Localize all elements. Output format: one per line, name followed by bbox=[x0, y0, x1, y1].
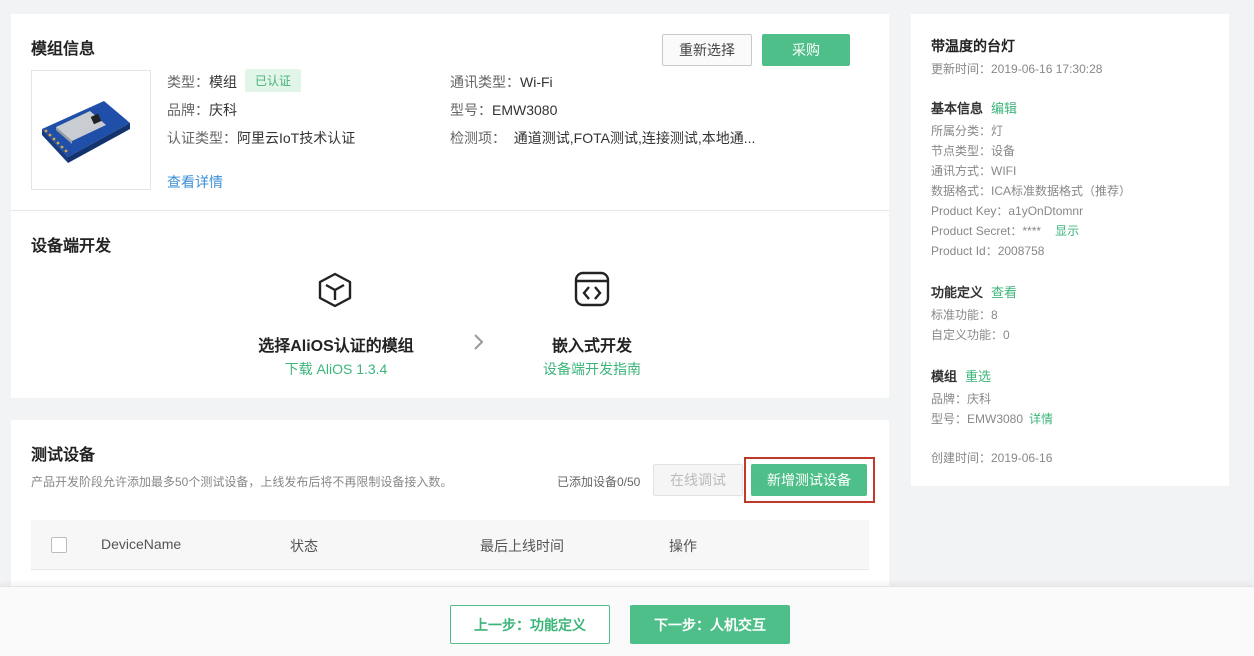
product-id: Product Id：2008758 bbox=[931, 244, 1045, 258]
updated-time: 更新时间：2019-06-16 17:30:28 bbox=[931, 62, 1103, 76]
col-status: 状态 bbox=[290, 538, 318, 554]
module-comm-type: 通讯类型：Wi-Fi bbox=[450, 74, 553, 90]
device-dev-guide-link[interactable]: 设备端开发指南 bbox=[511, 359, 673, 379]
func-def-head: 功能定义 查看 bbox=[931, 285, 1018, 300]
online-debug-button[interactable]: 在线调试 bbox=[653, 464, 743, 496]
reselect-button[interactable]: 重新选择 bbox=[662, 34, 752, 66]
step2-title: 嵌入式开发 bbox=[551, 338, 632, 355]
module-model: 型号：EMW3080 bbox=[450, 102, 558, 118]
download-alios-link[interactable]: 下载 AliOS 1.3.4 bbox=[237, 359, 435, 379]
next-step-button[interactable]: 下一步：人机交互 bbox=[630, 605, 790, 644]
test-devices-card: 测试设备 产品开发阶段允许添加最多50个测试设备，上线发布后将不再限制设备接入数… bbox=[11, 420, 889, 600]
col-devicename: DeviceName bbox=[101, 536, 182, 552]
product-key: Product Key：a1yOnDtomnr bbox=[931, 204, 1084, 218]
node-type: 节点类型：设备 bbox=[931, 144, 1016, 158]
module-model-side: 型号：EMW3080 详情 bbox=[931, 412, 1054, 426]
product-name: 带温度的台灯 bbox=[931, 38, 1015, 54]
module-chip-icon bbox=[42, 101, 130, 163]
prev-step-button[interactable]: 上一步：功能定义 bbox=[450, 605, 610, 644]
test-devices-title: 测试设备 bbox=[31, 447, 96, 464]
comm-method: 通讯方式：WIFI bbox=[931, 164, 1017, 178]
certified-badge: 已认证 bbox=[245, 69, 301, 92]
col-actions: 操作 bbox=[669, 538, 697, 554]
module-type: 类型：模组 bbox=[167, 74, 237, 90]
col-last-online: 最后上线时间 bbox=[480, 538, 564, 554]
module-info-title: 模组信息 bbox=[31, 41, 96, 58]
added-count: 已添加设备0/50 bbox=[557, 475, 641, 489]
divider bbox=[11, 210, 889, 211]
buy-button[interactable]: 采购 bbox=[762, 34, 850, 66]
product-secret: Product Secret：**** 显示 bbox=[931, 224, 1080, 238]
module-cert-type: 认证类型：阿里云IoT技术认证 bbox=[167, 130, 356, 146]
module-brand-side: 品牌：庆科 bbox=[931, 392, 992, 406]
data-format: 数据格式：ICA标准数据格式（推荐） bbox=[931, 184, 1132, 198]
embedded-code-icon bbox=[573, 270, 611, 308]
module-test-items: 检测项： 通道测试,FOTA测试,连接测试,本地通... bbox=[450, 130, 756, 146]
basic-info-head: 基本信息 编辑 bbox=[931, 101, 1018, 116]
add-test-device-button[interactable]: 新增测试设备 bbox=[751, 464, 867, 496]
select-all-checkbox[interactable] bbox=[51, 537, 67, 553]
show-secret-link[interactable]: 显示 bbox=[1055, 224, 1079, 238]
device-dev-title: 设备端开发 bbox=[31, 238, 112, 255]
module-image bbox=[31, 70, 151, 190]
reselect-module-link[interactable]: 重选 bbox=[965, 369, 991, 384]
product-sidebar: 带温度的台灯 更新时间：2019-06-16 17:30:28 基本信息 编辑 所… bbox=[911, 14, 1229, 486]
created-time: 创建时间：2019-06-16 bbox=[931, 451, 1053, 465]
step1-title: 选择AliOS认证的模组 bbox=[258, 338, 414, 355]
view-detail-link[interactable]: 查看详情 bbox=[167, 172, 223, 192]
table-header: DeviceName 状态 最后上线时间 操作 bbox=[31, 520, 869, 570]
edit-link[interactable]: 编辑 bbox=[991, 101, 1017, 116]
cube-icon bbox=[317, 272, 353, 308]
chevron-right-icon bbox=[471, 332, 487, 352]
module-brand: 品牌：庆科 bbox=[167, 102, 237, 118]
footer-bar: 上一步：功能定义 下一步：人机交互 bbox=[0, 586, 1254, 656]
std-func-count: 标准功能：8 bbox=[931, 308, 998, 322]
module-card: 模组信息 重新选择 采购 类型：模组 已认证 品牌：庆科 认证类型：阿里云IoT… bbox=[11, 14, 889, 398]
test-devices-desc: 产品开发阶段允许添加最多50个测试设备，上线发布后将不再限制设备接入数。 bbox=[31, 475, 453, 489]
module-head: 模组 重选 bbox=[931, 369, 992, 384]
custom-func-count: 自定义功能：0 bbox=[931, 328, 1010, 342]
view-func-link[interactable]: 查看 bbox=[991, 285, 1017, 300]
module-detail-link[interactable]: 详情 bbox=[1029, 412, 1053, 426]
category: 所属分类：灯 bbox=[931, 124, 1004, 138]
